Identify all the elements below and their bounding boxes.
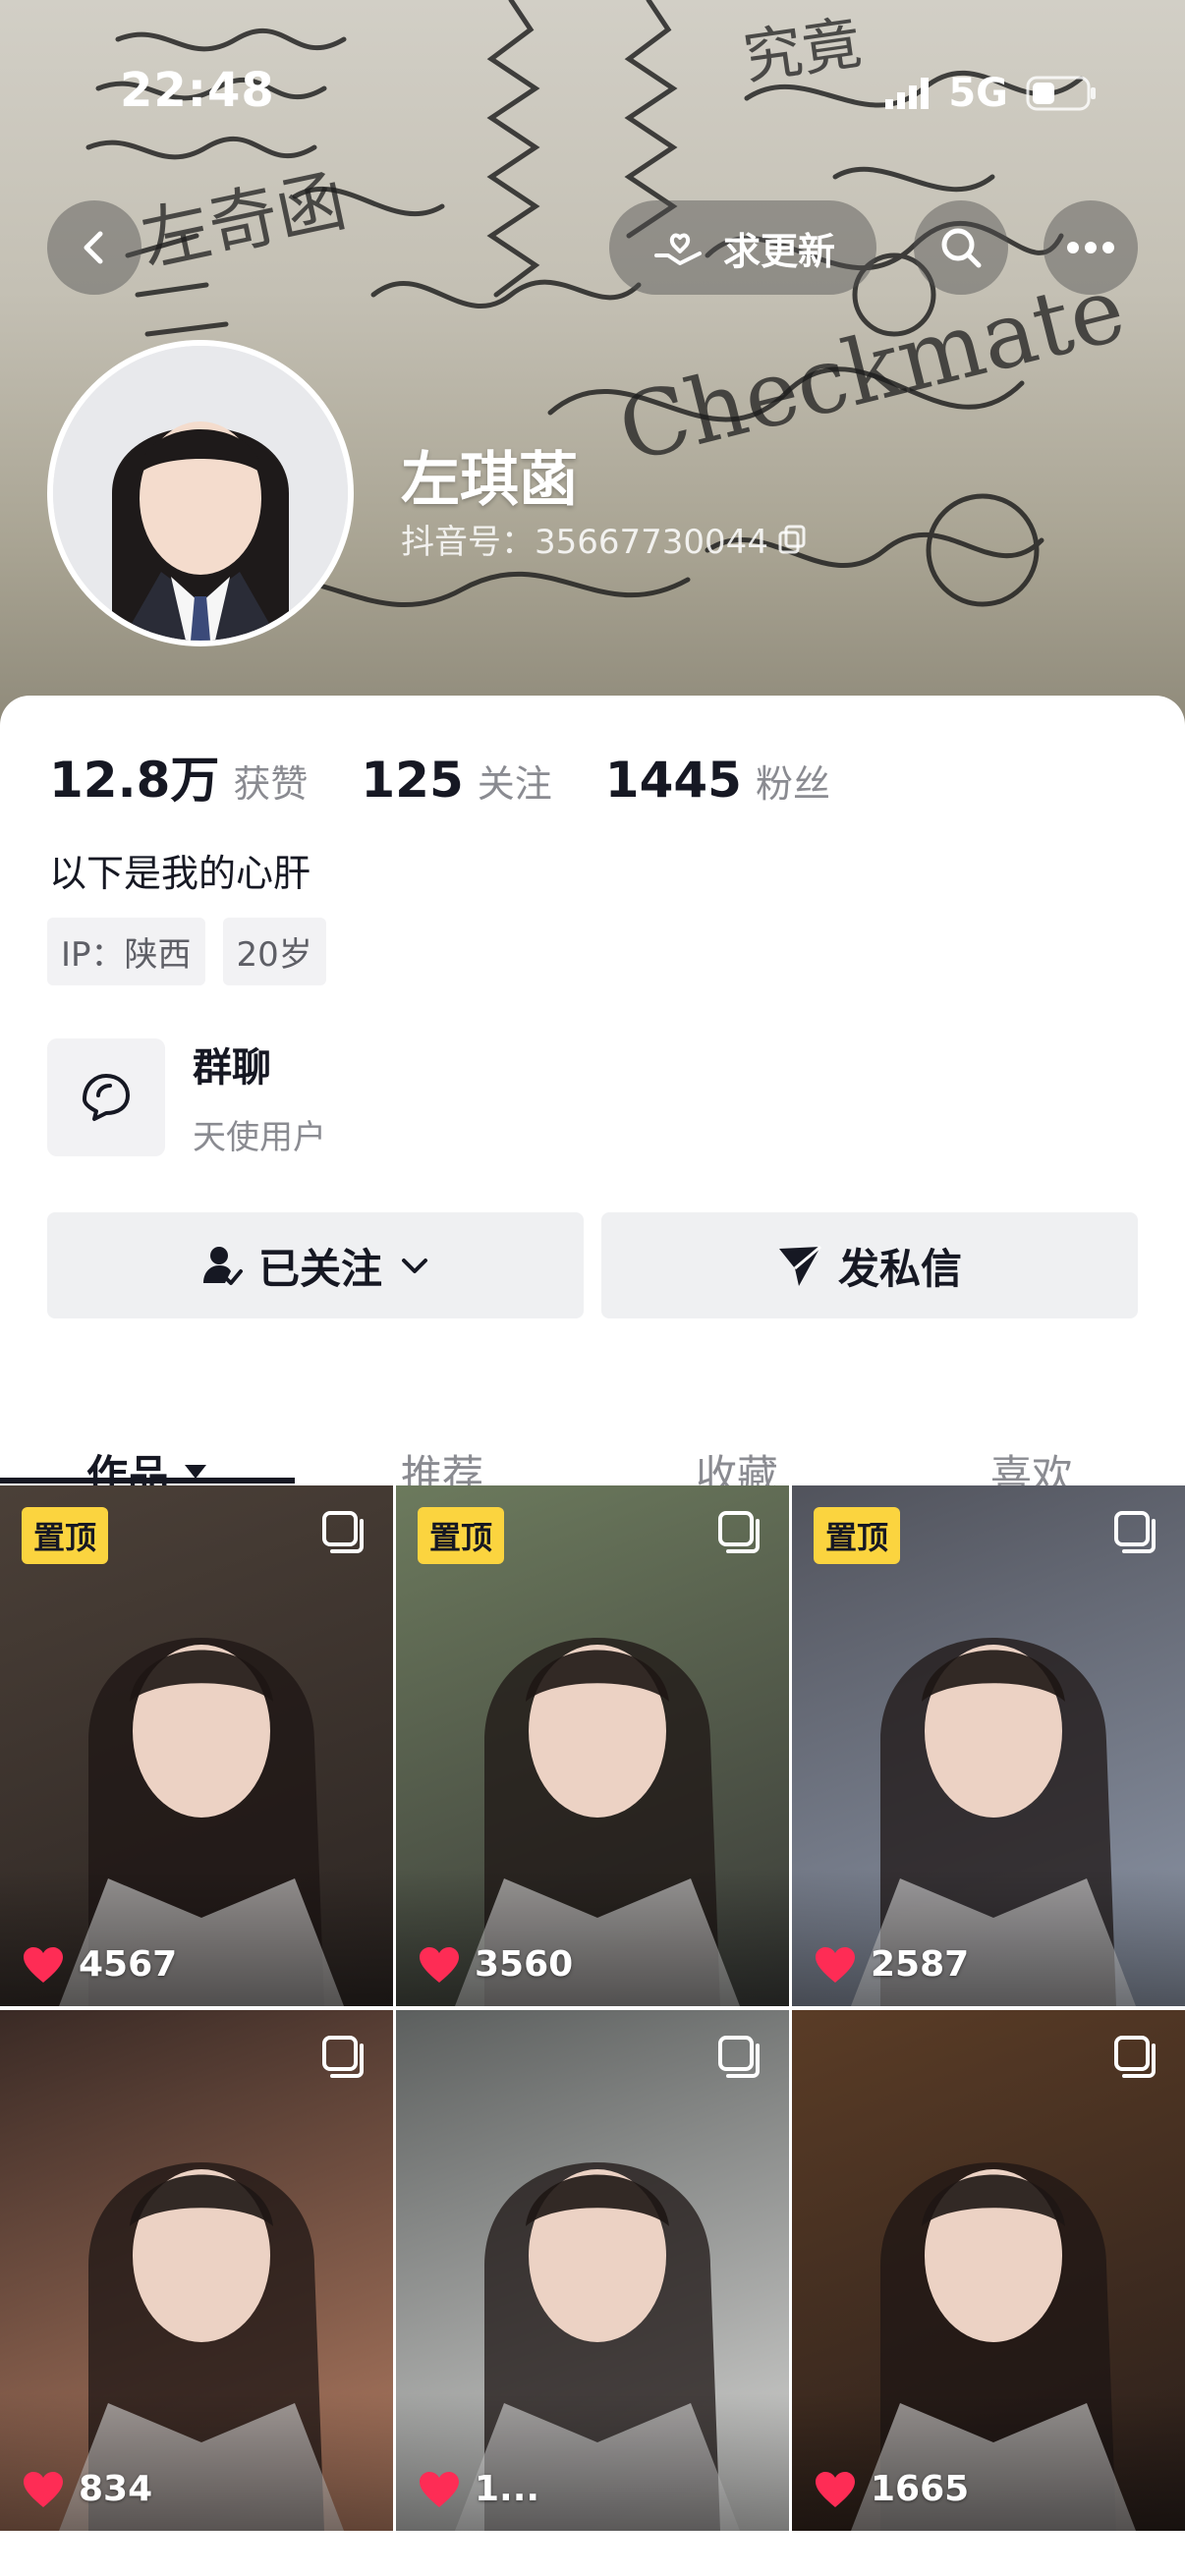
bottom-gradient <box>0 2393 393 2531</box>
more-dots-icon <box>1067 242 1114 253</box>
network-type: 5G <box>948 71 1008 116</box>
send-message-button[interactable]: 发私信 <box>601 1212 1138 1318</box>
hand-heart-icon <box>653 233 702 265</box>
heart-icon <box>24 1946 63 1983</box>
heart-icon <box>420 1946 459 1983</box>
chevron-down-icon <box>402 1259 427 1273</box>
pinned-badge: 置顶 <box>418 1507 505 1564</box>
search-button[interactable] <box>914 200 1008 295</box>
chevron-left-icon <box>84 231 103 264</box>
heart-icon <box>816 2471 855 2507</box>
signal-icon <box>885 78 930 109</box>
heart-icon <box>816 1946 855 1983</box>
send-message-label: 发私信 <box>837 1244 962 1293</box>
profile-bio: 以下是我的心肝 <box>49 852 311 895</box>
bottom-gradient <box>792 1869 1185 2006</box>
group-chat-subtitle: 天使用户 <box>193 1118 326 1157</box>
like-count-value: 2587 <box>871 1944 970 1985</box>
stat-label: 粉丝 <box>755 762 830 806</box>
status-bar: 22:48 5G <box>0 0 1185 196</box>
followed-button[interactable]: 已关注 <box>47 1212 584 1318</box>
avatar[interactable] <box>47 340 354 646</box>
back-button[interactable] <box>47 200 141 295</box>
heart-icon <box>24 2471 63 2507</box>
stats-row: 12.8万 获赞 125 关注 1445 粉丝 <box>49 741 883 812</box>
like-count: 1665 <box>814 2469 969 2509</box>
like-count: 2587 <box>814 1944 969 1985</box>
tag-age: 20岁 <box>222 918 326 985</box>
profile-tags: IP：陕西 20岁 <box>47 918 326 985</box>
like-count: 834 <box>22 2469 152 2509</box>
stat-following[interactable]: 125 关注 <box>361 752 551 809</box>
stat-label: 关注 <box>477 762 552 806</box>
multi-image-icon <box>322 1511 364 1553</box>
search-icon <box>941 228 982 268</box>
like-count: 4567 <box>22 1944 177 1985</box>
status-indicators: 5G <box>885 71 1097 116</box>
stat-likes[interactable]: 12.8万 获赞 <box>49 741 308 812</box>
group-chat-icon-box <box>47 1037 165 1156</box>
tag-ip-location: IP：陕西 <box>47 918 205 985</box>
stat-value: 125 <box>361 752 464 809</box>
profile-id-text: 抖音号：35667730044 <box>401 523 768 562</box>
bottom-gradient <box>792 2393 1185 2531</box>
followed-label: 已关注 <box>257 1244 382 1293</box>
like-count: 1... <box>418 2469 539 2509</box>
request-update-label: 求更新 <box>722 229 835 273</box>
like-count-value: 4567 <box>79 1944 178 1985</box>
like-count: 3560 <box>418 1944 573 1985</box>
video-thumbnail[interactable]: 1... <box>396 2010 789 2531</box>
like-count-value: 3560 <box>475 1944 574 1985</box>
group-chat-title: 群聊 <box>193 1045 271 1091</box>
profile-name: 左琪菡 <box>401 446 578 515</box>
like-count-value: 834 <box>79 2469 153 2509</box>
pinned-badge: 置顶 <box>814 1507 901 1564</box>
more-button[interactable] <box>1044 200 1138 295</box>
multi-image-icon <box>1114 1511 1156 1553</box>
multi-image-icon <box>1114 2036 1156 2078</box>
group-chat-entry[interactable]: 群聊 天使用户 <box>47 1036 326 1158</box>
heart-icon <box>420 2471 459 2507</box>
user-check-icon <box>202 1247 243 1285</box>
profile-id[interactable]: 抖音号：35667730044 <box>401 515 808 563</box>
stat-value: 1445 <box>604 752 742 809</box>
video-thumbnail[interactable]: 置顶 3560 <box>396 1485 789 2006</box>
avatar-portrait <box>53 346 348 641</box>
chat-bubbles-icon <box>83 1073 130 1121</box>
multi-image-icon <box>718 1511 760 1553</box>
stat-value: 12.8万 <box>49 752 220 809</box>
active-tab-indicator <box>0 1478 295 1484</box>
video-thumbnail[interactable]: 置顶 2587 <box>792 1485 1185 2006</box>
pinned-badge: 置顶 <box>22 1507 109 1564</box>
request-update-button[interactable]: 求更新 <box>609 200 876 295</box>
bottom-gradient <box>396 1869 789 2006</box>
video-thumbnail[interactable]: 置顶 4567 <box>0 1485 393 2006</box>
bottom-gradient <box>0 1869 393 2006</box>
stat-followers[interactable]: 1445 粉丝 <box>605 752 830 809</box>
video-thumbnail[interactable]: 834 <box>0 2010 393 2531</box>
profile-banner: 左奇函 究竟 Checkmate 22:48 5G 求更新 左琪菡 抖音号：35… <box>0 0 1185 727</box>
like-count-value: 1... <box>475 2469 540 2509</box>
like-count-value: 1665 <box>871 2469 970 2509</box>
bottom-gradient <box>396 2393 789 2531</box>
multi-image-icon <box>718 2036 760 2078</box>
paper-plane-icon <box>778 1245 821 1286</box>
status-time: 22:48 <box>120 63 275 118</box>
stat-label: 获赞 <box>233 762 309 806</box>
multi-image-icon <box>322 2036 364 2078</box>
battery-icon <box>1026 76 1096 111</box>
copy-icon[interactable] <box>778 525 808 554</box>
video-thumbnail[interactable]: 1665 <box>792 2010 1185 2531</box>
